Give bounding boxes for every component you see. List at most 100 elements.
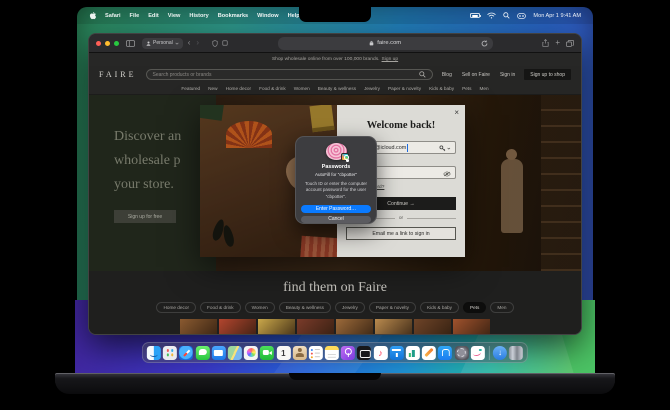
close-window-button[interactable]: [96, 40, 101, 46]
mail-dock-icon[interactable]: [211, 345, 226, 360]
product-thumbnail[interactable]: [297, 319, 334, 334]
settings-dock-icon[interactable]: [454, 345, 469, 360]
product-strip: [180, 319, 490, 334]
maps-dock-icon[interactable]: [227, 345, 242, 360]
email-link-button[interactable]: Email me a link to sign in: [346, 227, 456, 240]
keynote-dock-icon[interactable]: [389, 345, 404, 360]
calendar-dock-icon[interactable]: 1: [276, 345, 291, 360]
category-nav-item[interactable]: Food & drink: [259, 86, 286, 91]
podcasts-dock-icon[interactable]: [341, 345, 356, 360]
menu-item[interactable]: Help: [288, 13, 300, 19]
category-nav-item[interactable]: Home decor: [226, 86, 252, 91]
apple-logo-icon[interactable]: [89, 11, 96, 20]
faire-logo[interactable]: FAIRE: [99, 70, 137, 79]
menubar-items: Safari File Edit View History Bookmarks Window…: [105, 13, 300, 19]
category-nav-item[interactable]: Kids & baby: [429, 86, 454, 91]
product-thumbnail[interactable]: [180, 319, 217, 334]
category-nav-item[interactable]: Featured: [181, 86, 200, 91]
menu-item[interactable]: History: [189, 13, 208, 19]
category-nav-item[interactable]: Paper & novelty: [388, 86, 421, 91]
category-pill[interactable]: Paper & novelty: [368, 302, 416, 313]
menu-item[interactable]: Bookmarks: [218, 13, 248, 19]
category-nav-item[interactable]: Women: [294, 86, 310, 91]
autofill-key-icon[interactable]: [439, 145, 451, 152]
photos-dock-icon[interactable]: [243, 345, 258, 360]
toolbar-right-icons: +: [542, 39, 574, 47]
category-nav-item[interactable]: Men: [479, 86, 488, 91]
reload-icon[interactable]: [481, 40, 488, 47]
hero-signup-button[interactable]: Sign up for free: [114, 210, 176, 223]
facetime-dock-icon[interactable]: [260, 345, 275, 360]
menu-item[interactable]: Edit: [148, 13, 159, 19]
menu-item[interactable]: View: [168, 13, 181, 19]
product-thumbnail[interactable]: [375, 319, 412, 334]
pages-dock-icon[interactable]: [422, 345, 437, 360]
freeform-dock-icon[interactable]: [470, 345, 485, 360]
appletv-dock-icon[interactable]: [357, 345, 372, 360]
product-thumbnail[interactable]: [414, 319, 451, 334]
battery-icon[interactable]: [470, 13, 482, 18]
category-pill[interactable]: Pets: [463, 302, 487, 313]
privacy-shield-icon[interactable]: [212, 39, 218, 47]
promo-banner-text: Shop wholesale online from over 100,000 …: [271, 57, 380, 62]
menu-item[interactable]: Window: [257, 13, 278, 19]
category-pill[interactable]: Women: [244, 302, 275, 313]
category-nav-item[interactable]: Beauty & wellness: [318, 86, 356, 91]
product-thumbnail[interactable]: [453, 319, 490, 334]
product-thumbnail[interactable]: [336, 319, 373, 334]
finder-dock-icon[interactable]: [146, 345, 161, 360]
category-pill[interactable]: Food & drink: [200, 302, 241, 313]
share-icon[interactable]: [542, 39, 549, 47]
menubar-clock[interactable]: Mon Apr 1 9:41 AM: [533, 13, 581, 19]
downloads-dock-icon[interactable]: [492, 345, 507, 360]
category-nav-item[interactable]: Pets: [462, 86, 471, 91]
header-link[interactable]: Blog: [442, 72, 452, 78]
numbers-dock-icon[interactable]: [405, 345, 420, 360]
zoom-window-button[interactable]: [114, 40, 119, 46]
reminders-dock-icon[interactable]: [308, 345, 323, 360]
promo-signup-link[interactable]: Sign up: [382, 57, 399, 62]
music-dock-icon[interactable]: [373, 345, 388, 360]
appstore-dock-icon[interactable]: [438, 345, 453, 360]
enter-password-button[interactable]: Enter Password…: [301, 205, 371, 213]
category-nav-item[interactable]: Jewelry: [364, 86, 380, 91]
tab-overview-icon[interactable]: [566, 39, 574, 47]
forward-button[interactable]: ›: [195, 39, 200, 47]
category-pill[interactable]: Jewelry: [335, 302, 365, 313]
hero-text-block: Discover an wholesale p your store. Sign…: [89, 95, 216, 271]
show-password-eye-icon[interactable]: [443, 171, 451, 177]
wifi-icon[interactable]: [487, 12, 497, 19]
display-notch: [299, 7, 371, 22]
cancel-button[interactable]: Cancel: [301, 215, 371, 223]
category-pill[interactable]: Men: [490, 302, 514, 313]
category-nav-item[interactable]: New: [208, 86, 217, 91]
new-tab-icon[interactable]: +: [555, 39, 560, 47]
category-pill[interactable]: Home decor: [156, 302, 197, 313]
menu-item[interactable]: File: [130, 13, 140, 19]
notes-dock-icon[interactable]: [324, 345, 339, 360]
minimize-window-button[interactable]: [105, 40, 110, 46]
product-thumbnail[interactable]: [258, 319, 295, 334]
safari-dock-icon[interactable]: [179, 345, 194, 360]
menu-item[interactable]: Safari: [105, 13, 121, 19]
product-thumbnail[interactable]: [219, 319, 256, 334]
header-link[interactable]: Sell on Faire: [462, 72, 490, 78]
control-center-icon[interactable]: [517, 12, 527, 19]
modal-close-button[interactable]: ×: [454, 109, 459, 117]
site-search-input[interactable]: Search products or brands: [145, 69, 433, 80]
signup-to-shop-button[interactable]: Sign up to shop: [524, 69, 571, 80]
contacts-dock-icon[interactable]: [292, 345, 307, 360]
address-bar[interactable]: faire.com: [277, 36, 493, 50]
extensions-icon[interactable]: [222, 40, 228, 46]
category-pill[interactable]: Beauty & wellness: [278, 302, 331, 313]
messages-dock-icon[interactable]: [195, 345, 210, 360]
launchpad-dock-icon[interactable]: [163, 345, 178, 360]
back-button[interactable]: ‹: [187, 39, 192, 47]
trash-dock-icon[interactable]: [509, 345, 524, 360]
welcome-back-title: Welcome back!: [366, 120, 436, 131]
spotlight-search-icon[interactable]: [503, 12, 511, 19]
sidebar-toggle-icon[interactable]: [126, 39, 135, 47]
category-pill[interactable]: Kids & baby: [419, 302, 459, 313]
safari-profile-button[interactable]: Personal: [142, 37, 183, 49]
header-link[interactable]: Sign in: [500, 72, 515, 78]
